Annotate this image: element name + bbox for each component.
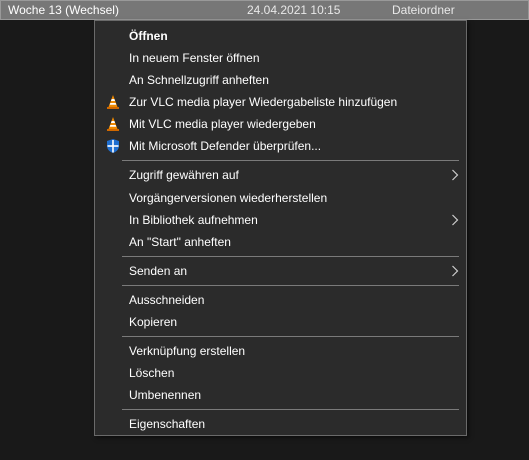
menu-item-properties[interactable]: Eigenschaften: [95, 413, 466, 435]
menu-item-delete[interactable]: Löschen: [95, 362, 466, 384]
menu-item-open-new-window[interactable]: In neuem Fenster öffnen: [95, 47, 466, 69]
menu-item-label: Senden an: [129, 264, 188, 278]
menu-item-label: Vorgängerversionen wiederherstellen: [129, 191, 328, 205]
defender-shield-icon: [105, 138, 121, 154]
file-name[interactable]: Woche 13 (Wechsel): [8, 3, 119, 17]
menu-item-include-library[interactable]: In Bibliothek aufnehmen: [95, 209, 466, 231]
menu-item-pin-quick-access[interactable]: An Schnellzugriff anheften: [95, 69, 466, 91]
menu-separator: [122, 336, 459, 337]
menu-item-open[interactable]: Öffnen: [95, 25, 466, 47]
menu-item-label: In Bibliothek aufnehmen: [129, 213, 258, 227]
menu-item-copy[interactable]: Kopieren: [95, 311, 466, 333]
menu-item-label: Zur VLC media player Wiedergabeliste hin…: [129, 95, 398, 109]
menu-item-restore-versions[interactable]: Vorgängerversionen wiederherstellen: [95, 187, 466, 209]
file-date: 24.04.2021 10:15: [247, 3, 341, 17]
menu-item-give-access[interactable]: Zugriff gewähren auf: [95, 164, 466, 186]
menu-item-label: Zugriff gewähren auf: [129, 168, 239, 182]
chevron-right-icon: [451, 265, 459, 277]
menu-item-send-to[interactable]: Senden an: [95, 260, 466, 282]
menu-item-label: In neuem Fenster öffnen: [129, 51, 260, 65]
menu-item-vlc-play[interactable]: Mit VLC media player wiedergeben: [95, 113, 466, 135]
menu-separator: [122, 160, 459, 161]
menu-item-label: Verknüpfung erstellen: [129, 344, 246, 358]
vlc-cone-icon: [105, 94, 121, 110]
menu-separator: [122, 256, 459, 257]
context-menu: Öffnen In neuem Fenster öffnen An Schnel…: [94, 20, 467, 436]
menu-item-label: An Schnellzugriff anheften: [129, 73, 269, 87]
chevron-right-icon: [451, 169, 459, 181]
menu-item-label: Mit VLC media player wiedergeben: [129, 117, 316, 131]
menu-item-label: Mit Microsoft Defender überprüfen...: [129, 139, 322, 153]
selected-file-row[interactable]: Woche 13 (Wechsel) 24.04.2021 10:15 Date…: [0, 0, 529, 20]
menu-separator: [122, 285, 459, 286]
menu-item-defender-scan[interactable]: Mit Microsoft Defender überprüfen...: [95, 135, 466, 157]
menu-item-label: Kopieren: [129, 315, 178, 329]
menu-item-label: Öffnen: [129, 29, 168, 43]
menu-item-label: Ausschneiden: [129, 293, 205, 307]
menu-item-label: Löschen: [129, 366, 175, 380]
menu-item-create-shortcut[interactable]: Verknüpfung erstellen: [95, 340, 466, 362]
chevron-right-icon: [451, 214, 459, 226]
menu-item-label: An "Start" anheften: [129, 235, 231, 249]
menu-item-pin-start[interactable]: An "Start" anheften: [95, 231, 466, 253]
vlc-cone-icon: [105, 116, 121, 132]
menu-item-cut[interactable]: Ausschneiden: [95, 289, 466, 311]
menu-item-label: Umbenennen: [129, 388, 202, 402]
menu-separator: [122, 409, 459, 410]
menu-item-vlc-add-playlist[interactable]: Zur VLC media player Wiedergabeliste hin…: [95, 91, 466, 113]
menu-item-rename[interactable]: Umbenennen: [95, 384, 466, 406]
file-type: Dateiordner: [392, 3, 455, 17]
menu-item-label: Eigenschaften: [129, 417, 206, 431]
